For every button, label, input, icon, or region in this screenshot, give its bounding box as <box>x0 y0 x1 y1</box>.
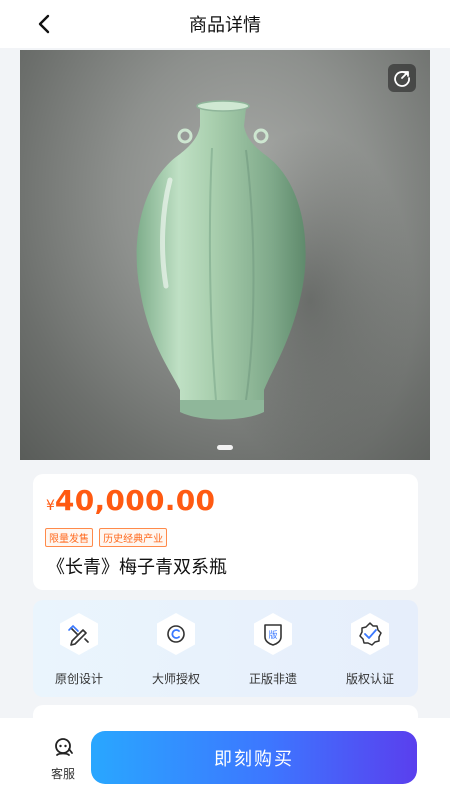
product-image-carousel[interactable] <box>20 50 430 460</box>
copyright-icon <box>157 613 195 655</box>
feature-badges: 原创设计 大师授权 版 正版非遗 版权认证 <box>33 600 418 697</box>
tag-limited: 限量发售 <box>45 528 93 547</box>
shield-ban-icon: 版 <box>254 613 292 655</box>
page-title: 商品详情 <box>189 15 261 36</box>
feature-master-license[interactable]: 大师授权 <box>136 612 216 687</box>
customer-service-button[interactable]: 客服 <box>44 736 82 782</box>
product-image <box>136 100 415 460</box>
product-price: ¥40,000.00 <box>46 484 215 517</box>
top-bar: 商品详情 <box>0 0 450 48</box>
carousel-dot-active <box>217 445 233 450</box>
tag-heritage: 历史经典产业 <box>99 528 168 547</box>
bottom-action-bar: 客服 即刻购买 <box>0 718 450 800</box>
customer-service-icon <box>55 738 73 756</box>
buy-now-button[interactable]: 即刻购买 <box>91 731 417 784</box>
pen-ruler-icon <box>60 613 98 655</box>
feature-label: 原创设计 <box>54 672 103 686</box>
feature-label: 正版非遗 <box>248 672 297 686</box>
price-amount: 40,000.00 <box>54 484 216 517</box>
share-icon <box>394 71 410 87</box>
badge-check-icon <box>351 613 389 655</box>
share-button[interactable] <box>388 64 416 92</box>
product-title: 《长青》梅子青双系瓶 <box>47 557 227 578</box>
feature-genuine-heritage[interactable]: 版 正版非遗 <box>233 612 313 687</box>
feature-copyright-cert[interactable]: 版权认证 <box>330 612 410 687</box>
feature-label: 大师授权 <box>151 672 200 686</box>
customer-service-label: 客服 <box>50 767 75 781</box>
carousel-indicator <box>20 435 430 454</box>
product-tags: 限量发售 历史经典产业 <box>45 527 168 547</box>
product-info-card: ¥40,000.00 限量发售 历史经典产业 《长青》梅子青双系瓶 <box>33 474 418 590</box>
currency-symbol: ¥ <box>46 498 55 514</box>
feature-original-design[interactable]: 原创设计 <box>39 612 119 687</box>
shield-ban-text: 版 <box>268 629 277 641</box>
feature-label: 版权认证 <box>345 672 394 686</box>
